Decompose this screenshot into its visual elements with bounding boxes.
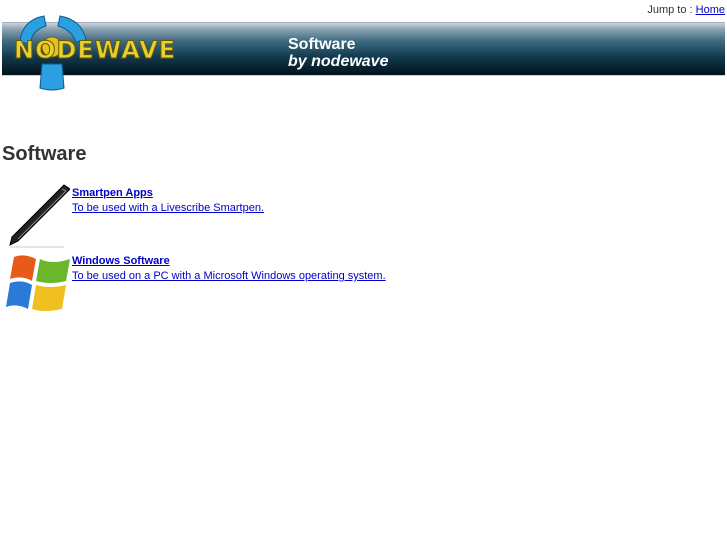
windows-logo-icon[interactable] bbox=[4, 251, 70, 317]
list-item-windows: Windows Software To be used on a PC with… bbox=[2, 251, 602, 317]
windows-software-description[interactable]: To be used on a PC with a Microsoft Wind… bbox=[72, 270, 386, 282]
jump-to-label: Jump to : bbox=[647, 4, 693, 16]
list-item-smartpen: Smartpen Apps To be used with a Livescri… bbox=[2, 183, 602, 249]
banner-subtagline: by nodewave bbox=[288, 53, 389, 70]
pen-icon[interactable] bbox=[4, 183, 70, 249]
smartpen-apps-description[interactable]: To be used with a Livescribe Smartpen. bbox=[72, 202, 264, 214]
page-title: Software bbox=[2, 143, 87, 165]
logo-wordmark: NODEWAVE bbox=[13, 36, 177, 65]
banner-tagline: Software bbox=[288, 36, 356, 53]
smartpen-apps-link[interactable]: Smartpen Apps bbox=[72, 187, 153, 199]
windows-software-link[interactable]: Windows Software bbox=[72, 255, 170, 267]
jump-to-nav: Jump to : Home bbox=[647, 4, 725, 16]
home-link[interactable]: Home bbox=[696, 4, 725, 16]
